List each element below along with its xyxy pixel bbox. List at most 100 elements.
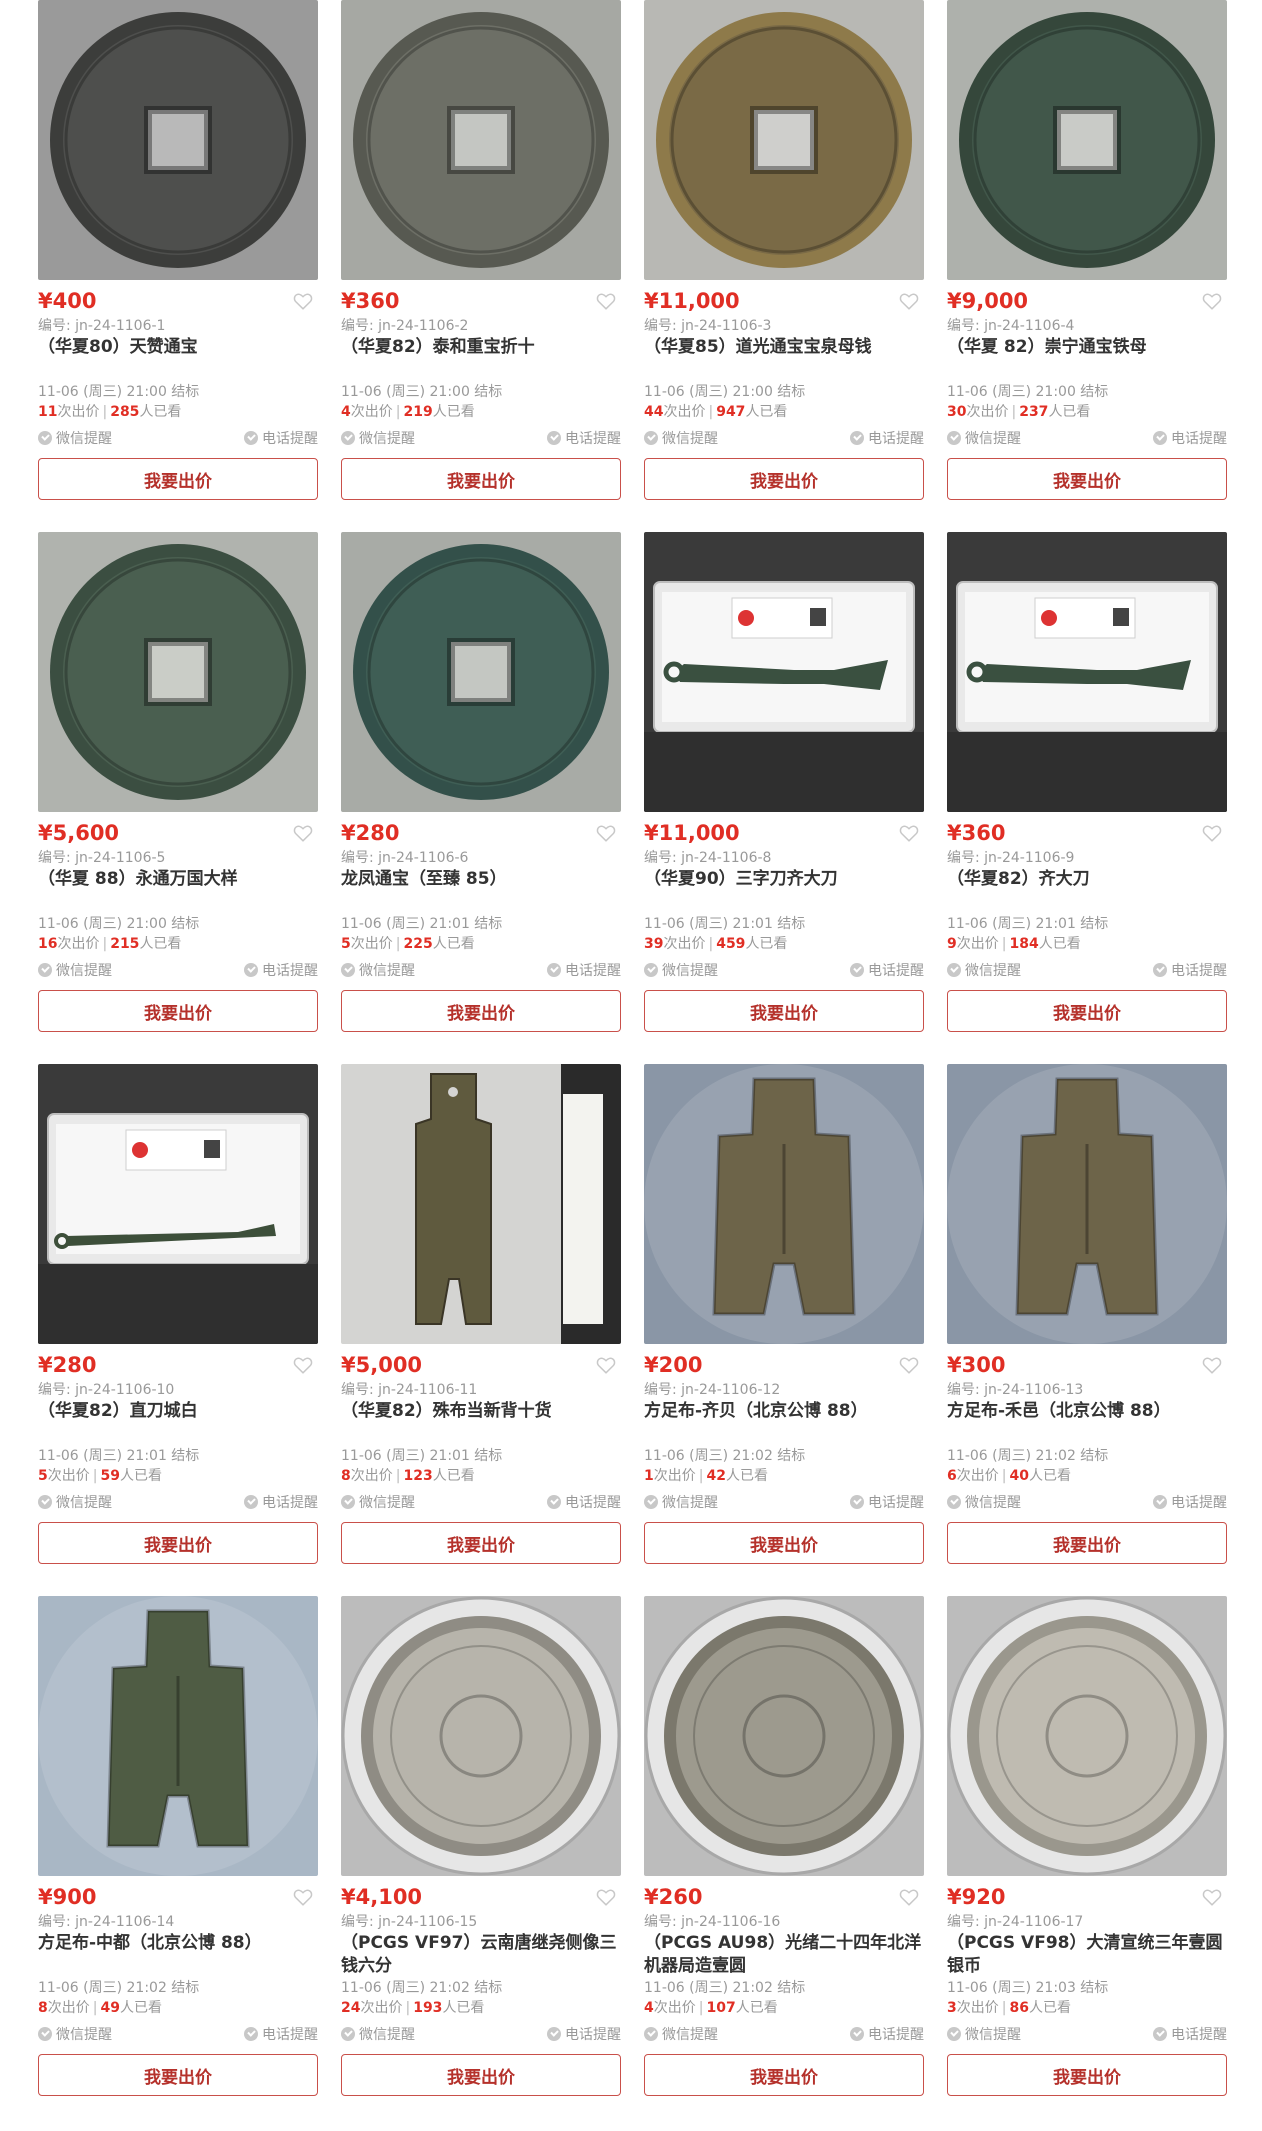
bid-button[interactable]: 我要出价 xyxy=(947,1522,1227,1564)
lot-title[interactable]: （PCGS VF97）云南唐继尧侧像三钱六分 xyxy=(341,1932,621,1978)
bid-button[interactable]: 我要出价 xyxy=(341,990,621,1032)
favorite-heart-icon[interactable] xyxy=(1201,290,1223,312)
phone-reminder[interactable]: 电话提醒 xyxy=(850,960,924,980)
lot-title[interactable]: （华夏80）天赞通宝 xyxy=(38,336,318,382)
phone-reminder[interactable]: 电话提醒 xyxy=(1153,1492,1227,1512)
wechat-reminder[interactable]: 微信提醒 xyxy=(947,2024,1021,2044)
lot-title[interactable]: 方足布-禾邑（北京公博 88） xyxy=(947,1400,1227,1446)
favorite-heart-icon[interactable] xyxy=(595,290,617,312)
lot-photo[interactable] xyxy=(38,0,318,280)
lot-photo[interactable] xyxy=(341,1064,621,1344)
lot-card[interactable]: ¥9,000 编号: jn-24-1106-4 （华夏 82）崇宁通宝铁母 11… xyxy=(947,0,1227,510)
lot-card[interactable]: ¥11,000 编号: jn-24-1106-3 （华夏85）道光通宝宝泉母钱 … xyxy=(644,0,924,510)
bid-button[interactable]: 我要出价 xyxy=(947,2054,1227,2096)
bid-button[interactable]: 我要出价 xyxy=(644,990,924,1032)
phone-reminder[interactable]: 电话提醒 xyxy=(244,428,318,448)
wechat-reminder[interactable]: 微信提醒 xyxy=(38,428,112,448)
lot-card[interactable]: ¥11,000 编号: jn-24-1106-8 （华夏90）三字刀齐大刀 11… xyxy=(644,532,924,1042)
lot-title[interactable]: 方足布-中都（北京公博 88） xyxy=(38,1932,318,1978)
phone-reminder[interactable]: 电话提醒 xyxy=(547,2024,621,2044)
favorite-heart-icon[interactable] xyxy=(1201,822,1223,844)
bid-button[interactable]: 我要出价 xyxy=(38,458,318,500)
phone-reminder[interactable]: 电话提醒 xyxy=(547,1492,621,1512)
lot-title[interactable]: （华夏82）泰和重宝折十 xyxy=(341,336,621,382)
wechat-reminder[interactable]: 微信提醒 xyxy=(947,428,1021,448)
phone-reminder[interactable]: 电话提醒 xyxy=(850,2024,924,2044)
lot-photo[interactable] xyxy=(947,1064,1227,1344)
bid-button[interactable]: 我要出价 xyxy=(644,2054,924,2096)
phone-reminder[interactable]: 电话提醒 xyxy=(850,428,924,448)
wechat-reminder[interactable]: 微信提醒 xyxy=(341,2024,415,2044)
favorite-heart-icon[interactable] xyxy=(1201,1354,1223,1376)
wechat-reminder[interactable]: 微信提醒 xyxy=(644,2024,718,2044)
bid-button[interactable]: 我要出价 xyxy=(38,1522,318,1564)
lot-photo[interactable] xyxy=(341,0,621,280)
wechat-reminder[interactable]: 微信提醒 xyxy=(644,1492,718,1512)
favorite-heart-icon[interactable] xyxy=(292,1886,314,1908)
wechat-reminder[interactable]: 微信提醒 xyxy=(38,2024,112,2044)
lot-photo[interactable] xyxy=(38,1064,318,1344)
lot-title[interactable]: （华夏 88）永通万国大样 xyxy=(38,868,318,914)
lot-photo[interactable] xyxy=(38,532,318,812)
lot-card[interactable]: ¥360 编号: jn-24-1106-2 （华夏82）泰和重宝折十 11-06… xyxy=(341,0,621,510)
favorite-heart-icon[interactable] xyxy=(595,1354,617,1376)
favorite-heart-icon[interactable] xyxy=(898,1886,920,1908)
lot-card[interactable]: ¥4,100 编号: jn-24-1106-15 （PCGS VF97）云南唐继… xyxy=(341,1596,621,2106)
favorite-heart-icon[interactable] xyxy=(292,290,314,312)
lot-card[interactable]: ¥5,600 编号: jn-24-1106-5 （华夏 88）永通万国大样 11… xyxy=(38,532,318,1042)
lot-photo[interactable] xyxy=(341,1596,621,1876)
favorite-heart-icon[interactable] xyxy=(595,822,617,844)
favorite-heart-icon[interactable] xyxy=(898,1354,920,1376)
lot-photo[interactable] xyxy=(644,1596,924,1876)
wechat-reminder[interactable]: 微信提醒 xyxy=(947,960,1021,980)
favorite-heart-icon[interactable] xyxy=(292,822,314,844)
lot-card[interactable]: ¥280 编号: jn-24-1106-10 （华夏82）直刀城白 11-06 … xyxy=(38,1064,318,1574)
lot-card[interactable]: ¥280 编号: jn-24-1106-6 龙凤通宝（至臻 85） 11-06 … xyxy=(341,532,621,1042)
lot-title[interactable]: （华夏82）直刀城白 xyxy=(38,1400,318,1446)
lot-card[interactable]: ¥400 编号: jn-24-1106-1 （华夏80）天赞通宝 11-06 (… xyxy=(38,0,318,510)
lot-card[interactable]: ¥5,000 编号: jn-24-1106-11 （华夏82）殊布当新背十货 1… xyxy=(341,1064,621,1574)
phone-reminder[interactable]: 电话提醒 xyxy=(1153,960,1227,980)
phone-reminder[interactable]: 电话提醒 xyxy=(547,428,621,448)
favorite-heart-icon[interactable] xyxy=(292,1354,314,1376)
favorite-heart-icon[interactable] xyxy=(898,290,920,312)
bid-button[interactable]: 我要出价 xyxy=(341,458,621,500)
lot-card[interactable]: ¥260 编号: jn-24-1106-16 （PCGS AU98）光绪二十四年… xyxy=(644,1596,924,2106)
wechat-reminder[interactable]: 微信提醒 xyxy=(38,1492,112,1512)
bid-button[interactable]: 我要出价 xyxy=(644,458,924,500)
favorite-heart-icon[interactable] xyxy=(595,1886,617,1908)
lot-photo[interactable] xyxy=(947,1596,1227,1876)
lot-title[interactable]: （PCGS AU98）光绪二十四年北洋机器局造壹圆 xyxy=(644,1932,924,1978)
lot-title[interactable]: （华夏82）齐大刀 xyxy=(947,868,1227,914)
wechat-reminder[interactable]: 微信提醒 xyxy=(947,1492,1021,1512)
phone-reminder[interactable]: 电话提醒 xyxy=(244,2024,318,2044)
wechat-reminder[interactable]: 微信提醒 xyxy=(341,960,415,980)
favorite-heart-icon[interactable] xyxy=(1201,1886,1223,1908)
lot-photo[interactable] xyxy=(644,0,924,280)
bid-button[interactable]: 我要出价 xyxy=(644,1522,924,1564)
bid-button[interactable]: 我要出价 xyxy=(341,2054,621,2096)
wechat-reminder[interactable]: 微信提醒 xyxy=(644,960,718,980)
wechat-reminder[interactable]: 微信提醒 xyxy=(644,428,718,448)
lot-title[interactable]: （PCGS VF98）大清宣统三年壹圆银币 xyxy=(947,1932,1227,1978)
lot-card[interactable]: ¥360 编号: jn-24-1106-9 （华夏82）齐大刀 11-06 (周… xyxy=(947,532,1227,1042)
phone-reminder[interactable]: 电话提醒 xyxy=(1153,2024,1227,2044)
bid-button[interactable]: 我要出价 xyxy=(947,990,1227,1032)
bid-button[interactable]: 我要出价 xyxy=(341,1522,621,1564)
lot-title[interactable]: （华夏85）道光通宝宝泉母钱 xyxy=(644,336,924,382)
phone-reminder[interactable]: 电话提醒 xyxy=(244,1492,318,1512)
lot-photo[interactable] xyxy=(644,532,924,812)
bid-button[interactable]: 我要出价 xyxy=(947,458,1227,500)
lot-card[interactable]: ¥200 编号: jn-24-1106-12 方足布-齐贝（北京公博 88） 1… xyxy=(644,1064,924,1574)
lot-title[interactable]: （华夏82）殊布当新背十货 xyxy=(341,1400,621,1446)
phone-reminder[interactable]: 电话提醒 xyxy=(547,960,621,980)
lot-card[interactable]: ¥900 编号: jn-24-1106-14 方足布-中都（北京公博 88） 1… xyxy=(38,1596,318,2106)
lot-title[interactable]: （华夏90）三字刀齐大刀 xyxy=(644,868,924,914)
phone-reminder[interactable]: 电话提醒 xyxy=(850,1492,924,1512)
lot-card[interactable]: ¥920 编号: jn-24-1106-17 （PCGS VF98）大清宣统三年… xyxy=(947,1596,1227,2106)
lot-title[interactable]: 方足布-齐贝（北京公博 88） xyxy=(644,1400,924,1446)
lot-photo[interactable] xyxy=(644,1064,924,1344)
lot-photo[interactable] xyxy=(947,532,1227,812)
bid-button[interactable]: 我要出价 xyxy=(38,990,318,1032)
lot-title[interactable]: 龙凤通宝（至臻 85） xyxy=(341,868,621,914)
